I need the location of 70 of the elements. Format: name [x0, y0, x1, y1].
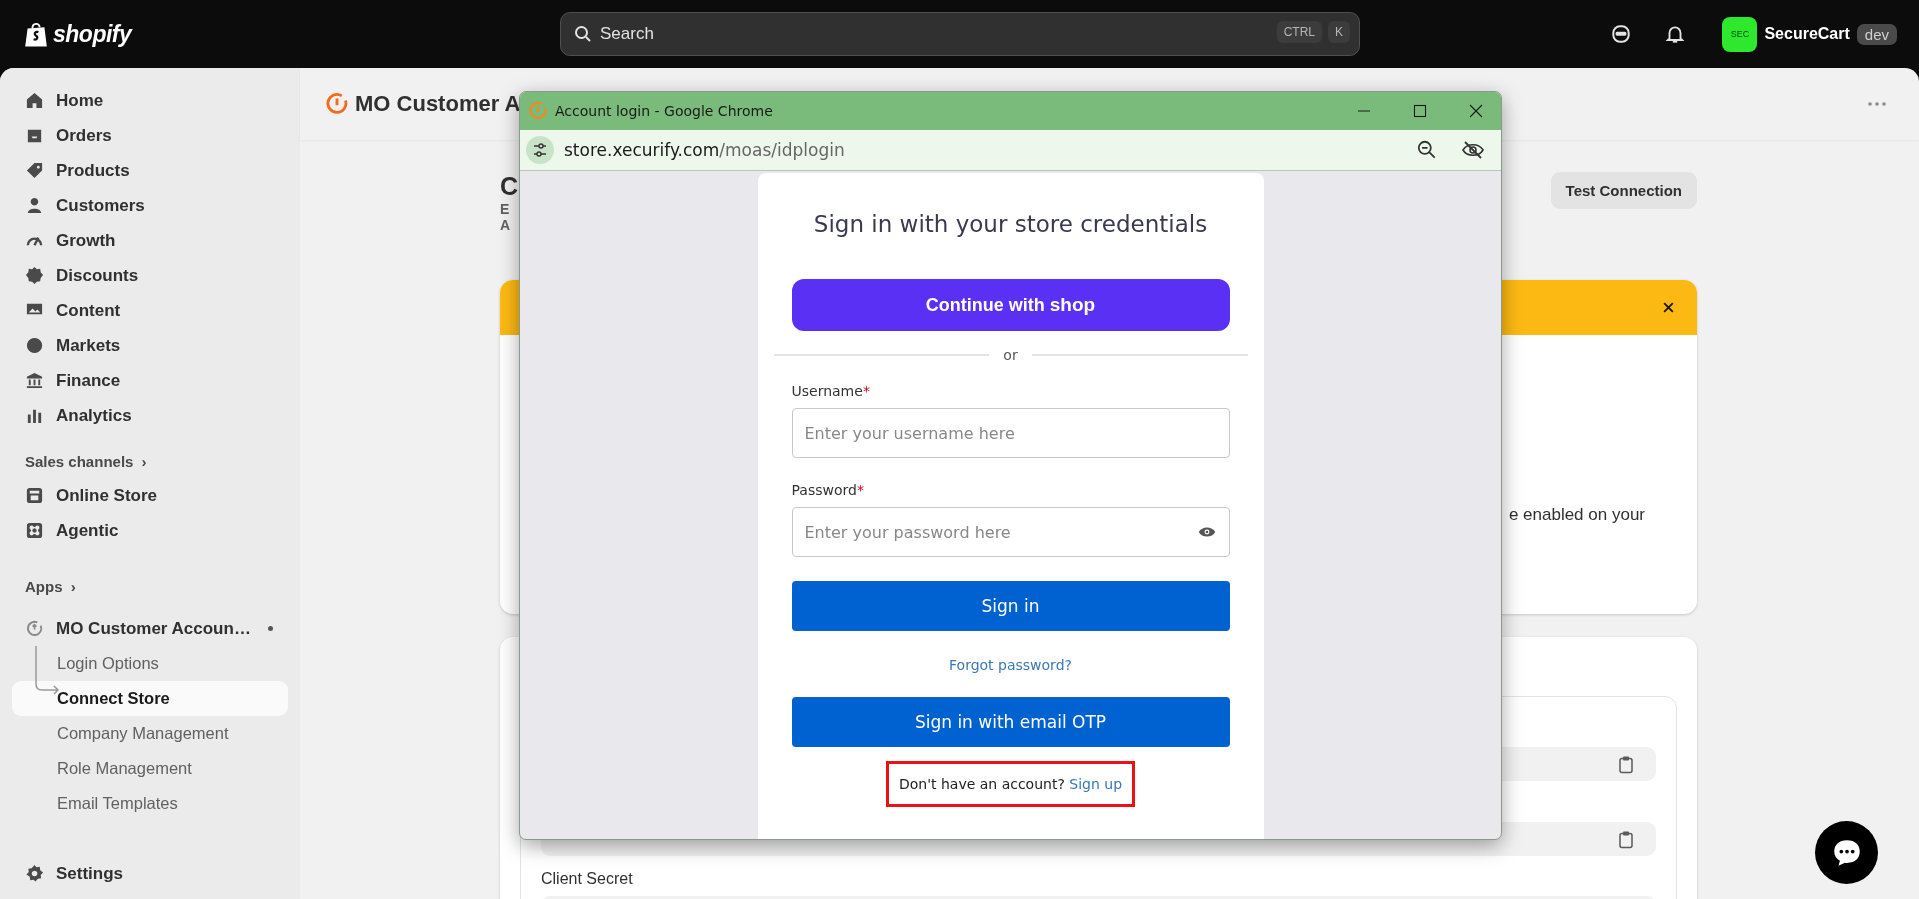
field-label: Password*	[791, 482, 865, 498]
sidebar-section-heading[interactable]: Apps ›	[12, 548, 288, 611]
eye-slash-icon[interactable]	[1461, 139, 1485, 161]
logo-wordmark: shopify	[53, 20, 132, 48]
sidebar-item[interactable]: Home	[12, 83, 288, 118]
shopping-bag-icon	[24, 20, 48, 48]
username-field[interactable]: Enter your username here	[791, 408, 1230, 458]
shortcut-key: CTRL	[1276, 21, 1322, 43]
window-title: Account login - Google Chrome	[555, 103, 774, 119]
store-badge: dev	[1856, 23, 1897, 45]
clipboard-icon[interactable]	[1618, 829, 1634, 849]
divider-text: or	[1003, 347, 1018, 363]
sidebar-section-heading[interactable]: Sales channels ›	[12, 433, 288, 478]
sidebar-item[interactable]: Content	[12, 293, 288, 328]
more-icon[interactable]	[1867, 101, 1887, 107]
close-icon[interactable]	[1662, 301, 1675, 314]
sidebar-item[interactable]: MO Customer Accoun…	[12, 611, 288, 646]
network-icon	[25, 521, 44, 540]
close-icon[interactable]	[1469, 104, 1483, 118]
storefront-icon	[25, 486, 44, 505]
url-text: store.xecurify.com/moas/idplogin	[564, 140, 846, 160]
test-connection-button[interactable]: Test Connection	[1550, 172, 1697, 209]
app-logo-icon	[528, 101, 548, 121]
sidebar-item[interactable]: Online Store	[12, 478, 288, 513]
sidebar-item[interactable]: Agentic	[12, 513, 288, 548]
sign-in-button[interactable]: Sign in	[791, 581, 1230, 631]
signup-prompt: Don't have an account? Sign up	[885, 761, 1136, 807]
address-bar[interactable]: store.xecurify.com/moas/idplogin	[520, 130, 1501, 171]
forgot-password-link[interactable]: Forgot password?	[949, 657, 1072, 673]
login-heading: Sign in with your store credentials	[812, 211, 1209, 237]
sidebar-subitem[interactable]: Login Options	[12, 646, 288, 681]
store-name[interactable]: SecureCart	[1764, 25, 1850, 43]
sidebar-item[interactable]: Discounts	[12, 258, 288, 293]
sidebar-item[interactable]: Customers	[12, 188, 288, 223]
store-avatar[interactable]: SEC	[1722, 16, 1758, 52]
sign-up-link[interactable]: Sign up	[1069, 776, 1123, 792]
maximize-icon[interactable]	[1413, 104, 1427, 118]
sidebar-subitem[interactable]: Email Templates	[12, 786, 288, 821]
field-label: Client Secret	[541, 870, 634, 888]
field-label: Username*	[791, 383, 871, 399]
sidebar-item[interactable]: Growth	[12, 223, 288, 258]
search-icon	[573, 24, 593, 44]
email-otp-button[interactable]: Sign in with email OTP	[791, 697, 1230, 747]
password-field[interactable]: Enter your password here	[791, 507, 1230, 557]
sidebar-item[interactable]: Analytics	[12, 398, 288, 433]
eye-icon[interactable]	[1197, 526, 1216, 538]
page-title: MO Customer A	[355, 91, 521, 117]
site-settings-icon[interactable]	[526, 136, 554, 164]
person-icon	[25, 196, 44, 215]
sidebar-subitem[interactable]: Connect Store	[12, 681, 288, 716]
section-text: A	[500, 217, 512, 233]
app-logo-icon	[325, 92, 349, 116]
sidebar-subitem[interactable]: Company Management	[12, 716, 288, 751]
section-heading: C	[500, 172, 519, 201]
section-text: E	[500, 201, 511, 217]
sidebar-item[interactable]: Orders	[12, 118, 288, 153]
sidebar-item[interactable]: Settings	[12, 856, 288, 891]
banner-text: e enabled on your	[1508, 505, 1645, 525]
sidebar-subitem[interactable]: Role Management	[12, 751, 288, 786]
sidebar-item[interactable]: Finance	[12, 363, 288, 398]
shop-login-button[interactable]: Continue with shop	[791, 279, 1230, 331]
sidebar-item[interactable]: Products	[12, 153, 288, 188]
sidebar-item[interactable]: Markets	[12, 328, 288, 363]
bank-icon	[25, 371, 44, 390]
gear-icon	[25, 864, 44, 883]
tag-icon	[25, 161, 44, 180]
dot-icon	[268, 626, 273, 631]
home-icon	[25, 91, 44, 110]
app-icon	[25, 619, 44, 638]
clipboard-icon[interactable]	[1618, 754, 1634, 774]
